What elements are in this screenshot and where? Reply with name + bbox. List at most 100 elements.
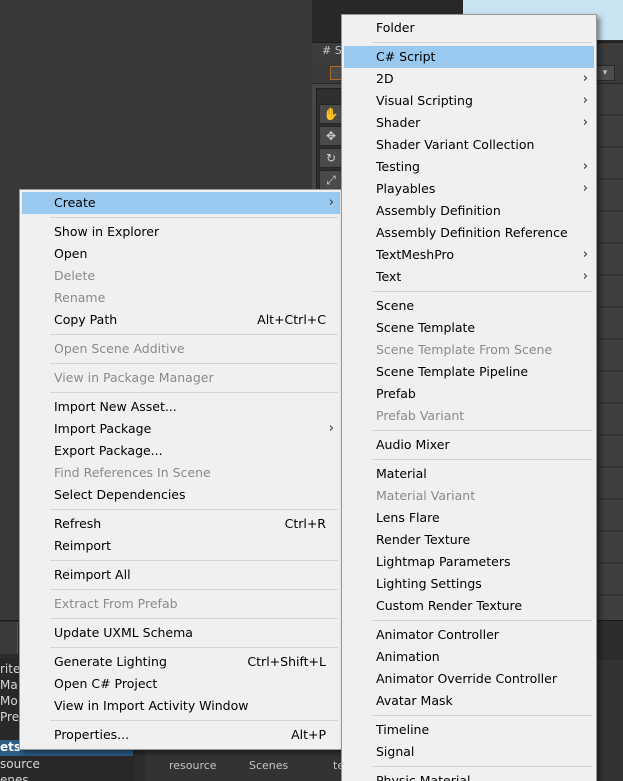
menu-item-label: Lightmap Parameters xyxy=(376,554,511,569)
menu-item-avatar-mask[interactable]: Avatar Mask xyxy=(344,690,594,712)
menu-item-folder[interactable]: Folder xyxy=(344,17,594,39)
menu-item-label: Scene Template From Scene xyxy=(376,342,553,357)
chevron-right-icon: › xyxy=(582,247,588,262)
menu-item-label: Playables xyxy=(376,181,436,196)
menu-item-rename: Rename xyxy=(22,287,340,309)
menu-item-update-uxml-schema[interactable]: Update UXML Schema xyxy=(22,622,340,644)
menu-separator xyxy=(50,392,338,393)
menu-item-label: Import Package xyxy=(54,421,152,436)
menu-item-shortcut: Alt+P xyxy=(291,727,326,742)
menu-item-label: Animator Override Controller xyxy=(376,671,557,686)
asset-thumbnail-label[interactable]: Scenes xyxy=(249,759,288,772)
menu-item-textmeshpro[interactable]: TextMeshPro › xyxy=(344,244,594,266)
hand-tool-icon[interactable]: ✋ xyxy=(319,104,343,124)
project-folder-item[interactable]: Pre xyxy=(0,710,20,726)
menu-item-lighting-settings[interactable]: Lighting Settings xyxy=(344,573,594,595)
menu-item-timeline[interactable]: Timeline xyxy=(344,719,594,741)
menu-item-assembly-definition[interactable]: Assembly Definition xyxy=(344,200,594,222)
project-folder-item[interactable]: Mo xyxy=(0,694,20,710)
asset-thumbnail-label[interactable]: resource xyxy=(169,759,217,772)
menu-item-visual-scripting[interactable]: Visual Scripting › xyxy=(344,90,594,112)
scene-tab[interactable]: # S xyxy=(322,44,342,57)
project-folder-item[interactable]: enes xyxy=(0,773,29,781)
menu-item-view-in-package-manager: View in Package Manager xyxy=(22,367,340,389)
menu-item-prefab[interactable]: Prefab xyxy=(344,383,594,405)
menu-item-label: Find References In Scene xyxy=(54,465,211,480)
project-tab[interactable] xyxy=(0,622,18,654)
menu-item-reimport[interactable]: Reimport xyxy=(22,535,340,557)
menu-item-text[interactable]: Text › xyxy=(344,266,594,288)
menu-item-reimport-all[interactable]: Reimport All xyxy=(22,564,340,586)
menu-item-label: Export Package... xyxy=(54,443,163,458)
menu-item-label: TextMeshPro xyxy=(376,247,455,262)
menu-item-2d[interactable]: 2D › xyxy=(344,68,594,90)
menu-item-scene-template[interactable]: Scene Template xyxy=(344,317,594,339)
menu-item-animator-controller[interactable]: Animator Controller xyxy=(344,624,594,646)
menu-item-label: Shader Variant Collection xyxy=(376,137,535,152)
menu-item-create[interactable]: Create › xyxy=(22,192,340,214)
menu-separator xyxy=(372,620,592,621)
menu-item-label: C# Script xyxy=(376,49,436,64)
menu-item-label: Custom Render Texture xyxy=(376,598,523,613)
menu-item-label: Create xyxy=(54,195,96,210)
project-context-menu: Create › Show in Explorer Open Delete Rename C… xyxy=(19,189,343,750)
menu-item-label: Animation xyxy=(376,649,440,664)
menu-item-copy-path[interactable]: Copy Path Alt+Ctrl+C xyxy=(22,309,340,331)
menu-item-testing[interactable]: Testing › xyxy=(344,156,594,178)
menu-item-animator-override-controller[interactable]: Animator Override Controller xyxy=(344,668,594,690)
menu-item-shader[interactable]: Shader › xyxy=(344,112,594,134)
menu-item-render-texture[interactable]: Render Texture xyxy=(344,529,594,551)
menu-item-scene[interactable]: Scene xyxy=(344,295,594,317)
menu-item-label: Properties... xyxy=(54,727,130,742)
menu-item-export-package[interactable]: Export Package... xyxy=(22,440,340,462)
menu-item-label: Reimport All xyxy=(54,567,131,582)
menu-item-generate-lighting[interactable]: Generate Lighting Ctrl+Shift+L xyxy=(22,651,340,673)
menu-item-label: Open C# Project xyxy=(54,676,158,691)
menu-item-import-package[interactable]: Import Package › xyxy=(22,418,340,440)
menu-item-animation[interactable]: Animation xyxy=(344,646,594,668)
menu-item-label: Scene xyxy=(376,298,415,313)
menu-item-assembly-definition-reference[interactable]: Assembly Definition Reference xyxy=(344,222,594,244)
menu-item-label: Scene Template Pipeline xyxy=(376,364,529,379)
menu-separator xyxy=(372,766,592,767)
menu-item-label: Assembly Definition xyxy=(376,203,501,218)
menu-item-label: Physic Material xyxy=(376,773,471,781)
menu-item-view-in-import-activity-window[interactable]: View in Import Activity Window xyxy=(22,695,340,717)
menu-item-scene-template-pipeline[interactable]: Scene Template Pipeline xyxy=(344,361,594,383)
menu-item-audio-mixer[interactable]: Audio Mixer xyxy=(344,434,594,456)
menu-item-label: View in Package Manager xyxy=(54,370,214,385)
menu-item-select-dependencies[interactable]: Select Dependencies xyxy=(22,484,340,506)
menu-item-label: Extract From Prefab xyxy=(54,596,178,611)
menu-item-signal[interactable]: Signal xyxy=(344,741,594,763)
menu-item-properties[interactable]: Properties... Alt+P xyxy=(22,724,340,746)
menu-item-material[interactable]: Material xyxy=(344,463,594,485)
menu-item-import-new-asset[interactable]: Import New Asset... xyxy=(22,396,340,418)
chevron-right-icon: › xyxy=(582,269,588,284)
menu-item-custom-render-texture[interactable]: Custom Render Texture xyxy=(344,595,594,617)
menu-item-lens-flare[interactable]: Lens Flare xyxy=(344,507,594,529)
menu-item-shader-variant-collection[interactable]: Shader Variant Collection xyxy=(344,134,594,156)
menu-item-csharp-script[interactable]: C# Script xyxy=(344,46,594,68)
menu-item-playables[interactable]: Playables › xyxy=(344,178,594,200)
project-folder-item[interactable]: Ma xyxy=(0,678,20,694)
menu-item-open[interactable]: Open xyxy=(22,243,340,265)
menu-item-physic-material[interactable]: Physic Material xyxy=(344,770,594,781)
move-tool-icon[interactable]: ✥ xyxy=(319,126,343,146)
menu-item-scene-template-from-scene: Scene Template From Scene xyxy=(344,339,594,361)
scene-dropdown-button[interactable]: ▾ xyxy=(595,65,615,81)
menu-item-label: Timeline xyxy=(376,722,430,737)
menu-item-show-in-explorer[interactable]: Show in Explorer xyxy=(22,221,340,243)
menu-item-open-csharp-project[interactable]: Open C# Project xyxy=(22,673,340,695)
menu-item-label: Lighting Settings xyxy=(376,576,482,591)
menu-item-label: Scene Template xyxy=(376,320,476,335)
rotate-tool-icon[interactable]: ↻ xyxy=(319,148,343,168)
menu-item-label: Generate Lighting xyxy=(54,654,167,669)
menu-item-label: Lens Flare xyxy=(376,510,440,525)
scale-tool-icon[interactable]: ⤢ xyxy=(319,170,343,190)
project-folder-item[interactable]: source xyxy=(0,757,40,773)
menu-item-lightmap-parameters[interactable]: Lightmap Parameters xyxy=(344,551,594,573)
project-folder-item[interactable]: rite xyxy=(0,662,20,678)
menu-item-label: Update UXML Schema xyxy=(54,625,193,640)
menu-item-refresh[interactable]: Refresh Ctrl+R xyxy=(22,513,340,535)
menu-separator xyxy=(372,715,592,716)
